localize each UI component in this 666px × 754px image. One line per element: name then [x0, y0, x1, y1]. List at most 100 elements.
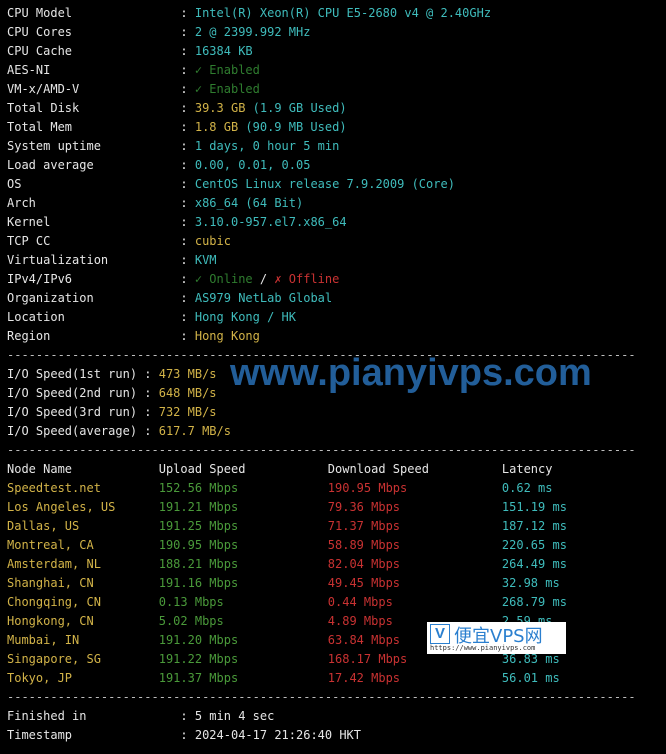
info-label: Load average [7, 158, 94, 172]
download-speed: 0.44 Mbps [327, 595, 393, 609]
upload-speed: 152.56 Mbps [158, 481, 239, 495]
info-label: Virtualization [7, 253, 109, 267]
separator: : [180, 82, 188, 96]
download-speed: 63.84 Mbps [327, 633, 401, 647]
info-value: 16384 KB [194, 44, 253, 58]
summary-label: Finished in [7, 709, 87, 723]
latency: 151.19 ms [501, 500, 567, 514]
upload-speed: 190.95 Mbps [158, 538, 239, 552]
io-value: 732 MB/s [158, 405, 217, 419]
latency: 268.79 ms [501, 595, 567, 609]
logo-url: https://www.pianyivps.com [430, 644, 536, 652]
info-label: Organization [7, 291, 94, 305]
separator: : [180, 101, 188, 115]
download-speed: 82.04 Mbps [327, 557, 401, 571]
separator: : [180, 158, 188, 172]
info-value: KVM [194, 253, 217, 267]
upload-speed: 191.37 Mbps [158, 671, 239, 685]
info-label: Arch [7, 196, 36, 210]
node-name: Speedtest.net [7, 481, 101, 495]
download-speed: 4.89 Mbps [327, 614, 393, 628]
node-name: Tokyo, JP [7, 671, 73, 685]
divider-dashes: ----------------------------------------… [7, 690, 636, 704]
latency: 264.49 ms [501, 557, 567, 571]
separator: : [180, 120, 188, 134]
separator: : [144, 405, 152, 419]
info-label: VM-x/AMD-V [7, 82, 80, 96]
column-header: Latency [501, 462, 553, 476]
separator: : [144, 424, 152, 438]
separator: : [180, 253, 188, 267]
info-value: 2 @ 2399.992 MHz [194, 25, 311, 39]
node-name: Mumbai, IN [7, 633, 80, 647]
info-extra: (90.9 MB Used) [238, 120, 347, 134]
node-name: Hongkong, CN [7, 614, 94, 628]
node-name: Shanghai, CN [7, 576, 94, 590]
info-label: CPU Model [7, 6, 73, 20]
node-name: Amsterdam, NL [7, 557, 101, 571]
separator: : [180, 44, 188, 58]
info-value: 0.00, 0.01, 0.05 [194, 158, 311, 172]
download-speed: 58.89 Mbps [327, 538, 401, 552]
download-speed: 17.42 Mbps [327, 671, 401, 685]
column-header: Download Speed [327, 462, 429, 476]
divider-dashes: ----------------------------------------… [7, 443, 636, 457]
latency: 0.62 ms [501, 481, 553, 495]
separator: : [180, 329, 188, 343]
upload-speed: 0.13 Mbps [158, 595, 224, 609]
info-value: ✓ Enabled [194, 82, 260, 96]
node-name: Montreal, CA [7, 538, 94, 552]
io-label: I/O Speed(3rd run) [7, 405, 138, 419]
info-value: x86_64 (64 Bit) [194, 196, 304, 210]
summary-value: 5 min 4 sec [194, 709, 275, 723]
node-name: Dallas, US [7, 519, 80, 533]
io-label: I/O Speed(2nd run) [7, 386, 138, 400]
info-value: ✓ Enabled [194, 63, 260, 77]
info-value: 39.3 GB [194, 101, 246, 115]
info-extra: ✗ Offline [274, 272, 340, 286]
info-label: CPU Cache [7, 44, 73, 58]
upload-speed: 188.21 Mbps [158, 557, 239, 571]
summary-value: 2024-04-17 21:26:40 HKT [194, 728, 362, 742]
io-value: 473 MB/s [158, 367, 217, 381]
upload-speed: 191.16 Mbps [158, 576, 239, 590]
upload-speed: 5.02 Mbps [158, 614, 224, 628]
separator: : [180, 6, 188, 20]
latency: 220.65 ms [501, 538, 567, 552]
info-extra: (1.9 GB Used) [245, 101, 347, 115]
info-label: Region [7, 329, 51, 343]
separator: : [180, 139, 188, 153]
watermark-logo: V 便宜VPS网 https://www.pianyivps.com [427, 622, 566, 654]
info-value: 3.10.0-957.el7.x86_64 [194, 215, 347, 229]
logo-v-icon: V [430, 624, 450, 644]
latency: 187.12 ms [501, 519, 567, 533]
separator: : [180, 728, 188, 742]
download-speed: 49.45 Mbps [327, 576, 401, 590]
info-value: Hong Kong [194, 329, 260, 343]
latency: 32.98 ms [501, 576, 560, 590]
info-value: 1.8 GB [194, 120, 239, 134]
download-speed: 79.36 Mbps [327, 500, 401, 514]
info-value: ✓ Online [194, 272, 253, 286]
info-label: IPv4/IPv6 [7, 272, 73, 286]
info-label: AES-NI [7, 63, 51, 77]
io-value: 648 MB/s [158, 386, 217, 400]
node-name: Chongqing, CN [7, 595, 101, 609]
separator: : [180, 63, 188, 77]
upload-speed: 191.21 Mbps [158, 500, 239, 514]
io-value: 617.7 MB/s [158, 424, 231, 438]
info-value: Hong Kong / HK [194, 310, 296, 324]
download-speed: 168.17 Mbps [327, 652, 408, 666]
io-label: I/O Speed(average) [7, 424, 138, 438]
latency: 56.01 ms [501, 671, 560, 685]
separator: : [180, 177, 188, 191]
info-value: cubic [194, 234, 231, 248]
download-speed: 71.37 Mbps [327, 519, 401, 533]
separator: : [144, 367, 152, 381]
separator: : [180, 310, 188, 324]
node-name: Los Angeles, US [7, 500, 116, 514]
separator: : [180, 272, 188, 286]
upload-speed: 191.22 Mbps [158, 652, 239, 666]
separator: : [180, 291, 188, 305]
info-label: Location [7, 310, 65, 324]
